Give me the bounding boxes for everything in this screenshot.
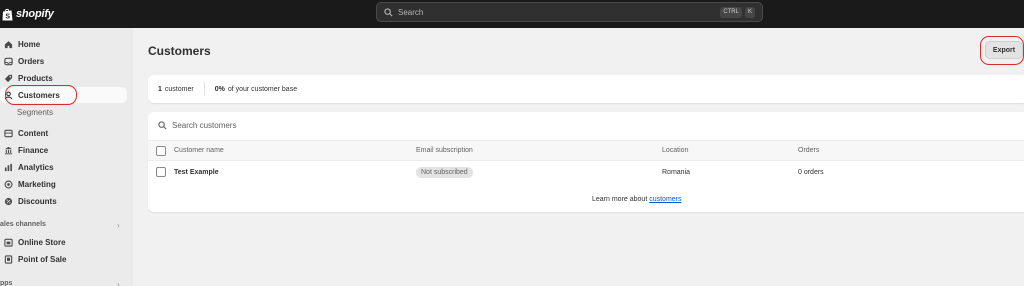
sidebar-item-label: Home — [18, 39, 41, 49]
apps-heading[interactable]: pps — [0, 280, 12, 286]
chevron-right-icon[interactable]: › — [117, 221, 120, 230]
sidebar-item-label: Point of Sale — [18, 254, 67, 264]
shortcut-key-k: K — [744, 6, 755, 18]
table-header: Customer name Email subscription Locatio… — [148, 140, 1024, 161]
search-icon — [158, 121, 167, 130]
customers-table-card: Search customers Customer name Email sub… — [148, 112, 1024, 212]
sidebar-item-point-of-sale[interactable]: Point of Sale — [0, 251, 127, 267]
sidebar-item-label: Marketing — [18, 179, 56, 189]
search-icon — [384, 7, 393, 16]
sidebar-item-orders[interactable]: Orders — [0, 53, 127, 69]
column-header-location[interactable]: Location — [662, 141, 688, 160]
sidebar-item-label: Orders — [18, 56, 45, 66]
learn-more-text: Learn more about customers — [592, 196, 682, 203]
row-checkbox[interactable] — [156, 167, 166, 177]
sidebar-item-analytics[interactable]: Analytics — [0, 159, 127, 175]
column-header-customer-name[interactable]: Customer name — [174, 141, 224, 160]
column-header-orders[interactable]: Orders — [798, 141, 819, 160]
logo-wordmark: shopify — [16, 8, 54, 20]
customer-count-label: customer — [164, 85, 194, 93]
chevron-right-icon[interactable]: › — [117, 280, 120, 286]
stats-divider — [203, 82, 205, 96]
subscription-status-badge: Not subscribed — [416, 166, 473, 178]
sidebar-item-label: Online Store — [18, 237, 66, 247]
sidebar-item-finance[interactable]: Finance — [0, 142, 127, 158]
sales-channels-heading[interactable]: ales channels — [0, 221, 46, 228]
customer-base-percent-label: of your customer base — [227, 85, 298, 93]
main-content: Customers Export 1 customer 0% of your c… — [133, 28, 1024, 286]
content-icon — [4, 129, 13, 137]
column-header-email-subscription[interactable]: Email subscription — [416, 141, 473, 160]
shortcut-key-ctrl: CTRL — [720, 6, 742, 18]
sidebar-item-label: Content — [18, 128, 49, 138]
sidebar-item-label: Analytics — [18, 162, 54, 172]
sidebar-item-label: Finance — [18, 145, 49, 155]
inbox-icon — [4, 57, 13, 65]
sidebar-item-label: Discounts — [18, 196, 57, 206]
home-icon — [4, 40, 13, 48]
customer-base-percent-value: 0% — [214, 85, 225, 93]
sidebar-item-marketing[interactable]: Marketing — [0, 176, 127, 192]
sidebar-item-segments[interactable]: Segments — [0, 104, 127, 120]
learn-more-customers-link[interactable]: customers — [649, 196, 681, 203]
global-search-input[interactable]: Search CTRL K — [376, 2, 763, 22]
bar-chart-icon — [4, 163, 12, 171]
table-row[interactable]: Test Example Not subscribed Romania 0 or… — [148, 161, 1024, 183]
select-all-checkbox[interactable] — [156, 146, 166, 156]
sidebar-item-label: Segments — [17, 107, 54, 117]
sidebar-item-discounts[interactable]: Discounts — [0, 193, 127, 209]
annotation-ring-customers — [5, 85, 77, 105]
sidebar: Home Orders Products Customers Segments … — [0, 28, 133, 286]
customer-name-cell[interactable]: Test Example — [174, 161, 219, 183]
customer-search-placeholder: Search customers — [172, 121, 237, 130]
store-icon — [4, 238, 13, 247]
learn-more-prefix: Learn more about — [592, 196, 648, 203]
location-cell: Romania — [662, 168, 691, 176]
search-placeholder: Search — [398, 7, 424, 17]
top-bar: S shopify Search CTRL K — [0, 0, 1024, 28]
customer-count-value: 1 — [158, 85, 162, 93]
shopify-logo[interactable]: S shopify — [2, 5, 54, 23]
sidebar-item-label: Products — [18, 73, 53, 83]
target-icon — [4, 180, 13, 188]
page-title: Customers — [148, 44, 211, 58]
pos-icon — [4, 254, 13, 264]
customer-search-input[interactable]: Search customers — [158, 121, 236, 130]
sidebar-item-products[interactable]: Products — [0, 70, 127, 86]
svg-text:S: S — [5, 13, 10, 20]
sidebar-item-online-store[interactable]: Online Store — [0, 234, 127, 250]
shopify-bag-icon: S — [2, 8, 13, 20]
sidebar-item-content[interactable]: Content — [0, 125, 127, 141]
tag-icon — [4, 74, 13, 82]
customer-stats-card: 1 customer 0% of your customer base — [148, 75, 1024, 103]
discount-icon — [4, 197, 13, 205]
email-subscription-cell: Not subscribed — [416, 161, 473, 183]
orders-cell: 0 orders — [798, 168, 824, 176]
bank-icon — [4, 146, 13, 154]
annotation-ring-export — [980, 36, 1024, 65]
sidebar-item-home[interactable]: Home — [0, 36, 127, 52]
